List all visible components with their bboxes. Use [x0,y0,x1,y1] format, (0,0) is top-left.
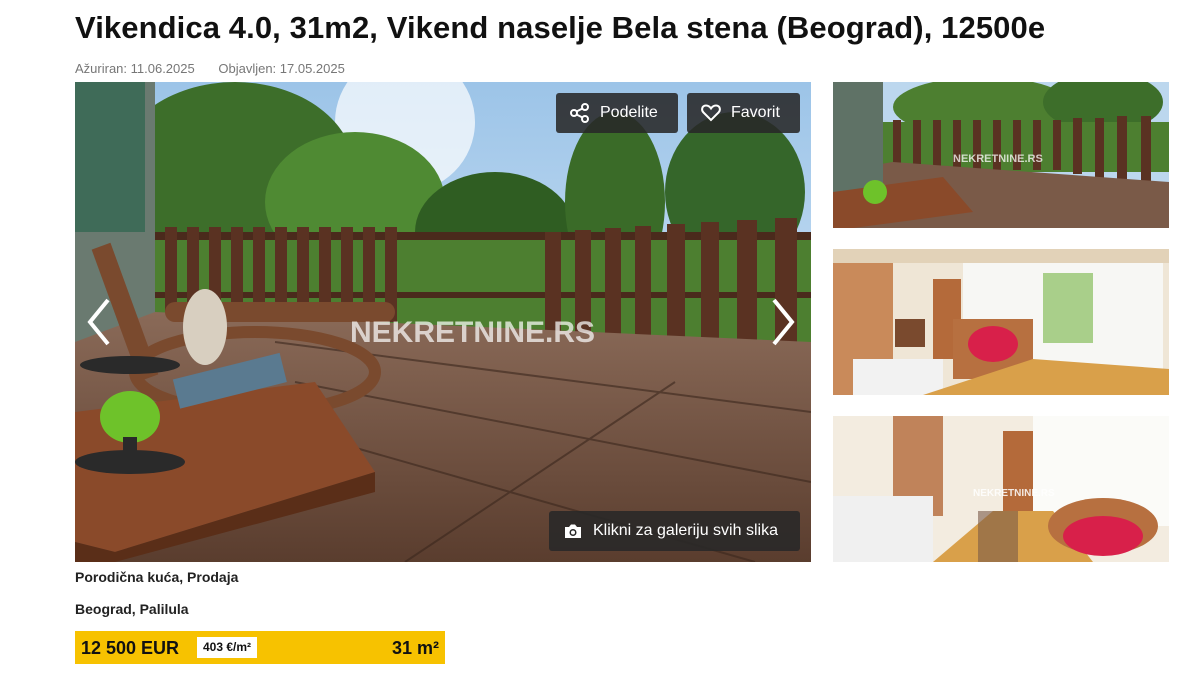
thumbnail-3[interactable]: NEKRETNINE.RS [833,416,1169,562]
gallery-label: Klikni za galeriju svih slika [593,522,778,539]
camera-icon [563,523,583,539]
price-per-m2: 403 €/m² [197,637,258,658]
watermark: NEKRETNINE.RS [973,488,1055,499]
favorite-label: Favorit [731,104,780,121]
previous-photo-button[interactable] [79,292,119,352]
open-gallery-button[interactable]: Klikni za galeriju svih slika [549,511,800,551]
share-button[interactable]: Podelite [556,93,678,133]
watermark: NEKRETNINE.RS [350,316,595,349]
share-icon [570,103,590,123]
share-label: Podelite [600,104,658,121]
listing-title: Vikendica 4.0, 31m2, Vikend naselje Bela… [75,10,1046,45]
favorite-button[interactable]: Favorit [687,93,800,133]
main-photo-image: NEKRETNINE.RS [75,82,811,562]
property-type: Porodična kuća, Prodaja [75,569,239,585]
area-size: 31 m² [391,638,439,658]
price-total: 12 500 EUR [81,638,180,658]
thumbnail-1[interactable]: NEKRETNINE.RS [833,82,1169,228]
watermark: NEKRETNINE.RS [953,153,1043,165]
chevron-right-icon [772,298,795,346]
next-photo-button[interactable] [763,292,803,352]
thumbnail-image: NEKRETNINE.RS [833,82,1169,228]
property-location: Beograd, Palilula [75,601,189,617]
heart-icon [701,104,721,122]
listing-dates: Ažuriran: 11.06.2025 Objavljen: 17.05.20… [75,61,345,76]
updated-date: Ažuriran: 11.06.2025 [75,61,195,76]
price-bar: 12 500 EUR 403 €/m² 31 m² [75,631,445,664]
thumbnail-image: NEKRETNINE.RS [833,416,1169,562]
thumbnail-image [833,249,1169,395]
thumbnail-2[interactable] [833,249,1169,395]
main-photo[interactable]: NEKRETNINE.RS Podelite Favorit Klikni za… [75,82,811,562]
published-date: Objavljen: 17.05.2025 [218,61,345,76]
chevron-left-icon [87,298,110,346]
